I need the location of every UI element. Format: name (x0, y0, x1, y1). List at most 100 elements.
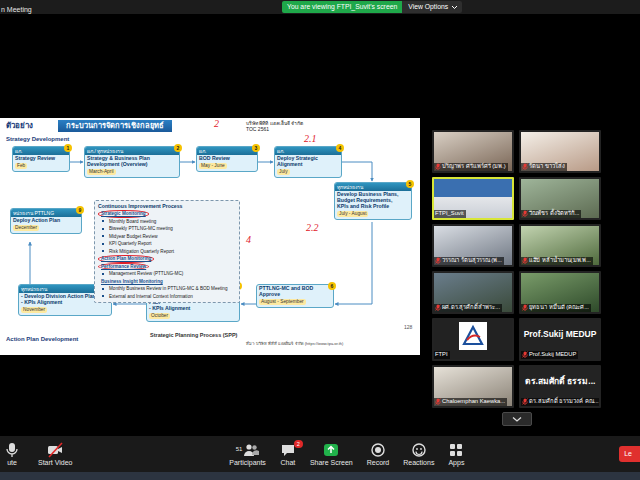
step-title: Develop Business Plans, Budget Requireme… (335, 191, 411, 211)
step-title: BOD Review (197, 155, 237, 163)
muted-mic-icon (522, 163, 528, 171)
step-period: August - September (259, 299, 306, 305)
mic-icon (4, 442, 20, 458)
improvement-text: Midyear Budget Review (106, 233, 161, 241)
chat-button[interactable]: 2Chat (278, 442, 298, 467)
step-period: March-April (87, 169, 116, 175)
participant-display-name: Prof.Sukij MEDUP (524, 330, 597, 339)
participant-label: ยุทธนา หมื่นดี (คณะศ... (521, 304, 591, 312)
toolbar-center: 51Participants2ChatShare ScreenRecordRea… (227, 442, 466, 467)
leave-button[interactable]: Le (619, 446, 640, 462)
step-title: - Develop Division Action Plan - KPIs Al… (19, 293, 103, 307)
toolbar-label[interactable]: Share Screen (310, 459, 353, 467)
improvement-text: Action Plan Monitoring (98, 255, 154, 263)
participant-tile: FTPI (432, 318, 514, 361)
page-number: 128 (404, 324, 412, 330)
participant-count: 51 (236, 446, 243, 453)
reactions-icon (411, 442, 427, 458)
view-options-button[interactable]: View Options (402, 1, 462, 13)
step-number: 3 (252, 144, 260, 152)
step-owner: ผภ. (199, 148, 206, 154)
caret-down-icon (451, 4, 458, 10)
step-owner: หน่วยงาน PTTLNG (13, 210, 54, 216)
toolbar-label[interactable]: Apps (448, 459, 464, 467)
improvement-line: External and Internal Context Informatio… (98, 293, 236, 301)
improvement-line: Monthly Business Review in PTTLNG-MC & B… (98, 285, 236, 293)
improvement-line: Action Plan Monitoring (98, 255, 236, 263)
participant-label: Prof.Sukij MEDUP (521, 351, 578, 359)
participant-name: FTPI (435, 351, 448, 359)
step-header: หน่วยงาน PTTLNG (11, 209, 81, 217)
step-title: Deploy Action Plan (11, 217, 67, 225)
participant-label: FTPI (434, 351, 450, 359)
record-button[interactable]: Record (365, 442, 392, 467)
unread-badge: 2 (294, 440, 303, 448)
muted-mic-icon (435, 257, 441, 265)
slide-label: ตัวอย่าง (6, 121, 33, 131)
process-name: Strategic Planning Process (SPP) (150, 332, 237, 339)
muted-mic-icon (522, 304, 528, 312)
participant-label: ดร.สมศักดิ์ ธรรมวงค์ คณ... (521, 398, 599, 406)
improvement-line: Midyear Budget Review (98, 233, 236, 241)
toolbar-label[interactable]: ute (7, 459, 17, 467)
improvement-text: External and Internal Context Informatio… (106, 293, 196, 301)
toolbar-label[interactable]: Chat (280, 459, 295, 467)
toolbar-icon-row (370, 442, 386, 458)
section-label: Action Plan Development (6, 336, 78, 343)
step-title: Strategy Review (13, 155, 62, 163)
improvement-line: Risk Mitigation Quarterly Report (98, 248, 236, 256)
apps-icon (448, 442, 464, 458)
toolbar-label[interactable]: Start Video (38, 459, 73, 467)
muted-mic-icon (522, 257, 528, 265)
participant-tile: Prof.Sukij MEDUP Prof.Sukij MEDUP (519, 318, 601, 361)
participants-button[interactable]: 51 Participants (227, 442, 268, 467)
step-number: 5 (406, 180, 414, 188)
participant-display-name: ดร.สมศักดิ์ ธรรม... (525, 377, 596, 386)
step-header: ทุกหน่วยงาน (335, 183, 411, 191)
participant-label: วีณพัชร ตั้งจิตหรีกิ... (521, 210, 581, 218)
handwritten-note: 2.1 (304, 133, 317, 144)
slide-title: กระบวนการจัดการเชิงกลยุทธ์ (58, 120, 172, 132)
toolbar-icon-row: 51 (236, 442, 260, 458)
muted-mic-icon (435, 163, 441, 171)
toolbar-label[interactable]: Participants (229, 459, 266, 467)
toolbar-label[interactable]: Record (367, 459, 390, 467)
chevron-down-icon (512, 416, 522, 423)
gallery-next-button[interactable] (502, 412, 532, 426)
section-label: Strategy Development (6, 136, 69, 143)
muted-mic-icon (522, 398, 528, 406)
participant-label: Chaloemphan Kaewka... (434, 398, 507, 406)
slide: ตัวอย่างกระบวนการจัดการเชิงกลยุทธ์บริษัท… (0, 118, 420, 355)
step-period: December (13, 225, 39, 231)
reactions-button[interactable]: Reactions (401, 442, 436, 467)
participant-tile: ดร.สมศักดิ์ ธรรม... ดร.สมศักดิ์ ธรรมวงค์ … (519, 365, 601, 408)
step-header: ผภ./ ทุกหน่วยงาน (85, 147, 179, 155)
participant-label: ปริญาพร ศรีแพร์ศรี (มพ.) (434, 163, 508, 171)
process-step: 6PTTLNG-MC and BOD ApproveAugust - Septe… (256, 284, 334, 308)
step-period: July (277, 169, 290, 175)
viewing-banner: You are viewing FTPI_Suvit's screenView … (282, 1, 462, 13)
muted-mic-icon (522, 210, 528, 218)
participant-label: วรรณา รัตนสุวรรณ (พ... (434, 257, 504, 265)
process-step: ผภ.3BOD ReviewMay - June (196, 146, 258, 172)
process-step: ผภ.1Strategy ReviewFeb (12, 146, 70, 172)
video-button[interactable]: Start Video (36, 442, 75, 467)
participant-tile: รัตนา ขาวใส่ง (519, 130, 601, 173)
toolbar-icon-row (411, 442, 427, 458)
improvement-line: Performance Review (98, 263, 236, 271)
improvement-line: Management Review (PTTLNG-MC) (98, 270, 236, 278)
apps-button[interactable]: Apps (446, 442, 466, 467)
share-button[interactable]: Share Screen (308, 442, 355, 467)
step-owner: ผภ. (15, 148, 22, 154)
process-step: ผภ.4Deploy Strategic AlignmentJuly (274, 146, 342, 178)
view-options-label[interactable]: View Options (408, 1, 448, 13)
participant-label: รัตนา ขาวใส่ง (521, 163, 567, 171)
toolbar-icon-row (448, 442, 464, 458)
mic-button[interactable]: ute (2, 442, 22, 467)
improvement-text: Management Review (PTTLNG-MC) (106, 270, 186, 278)
participant-label: แอ๊ปี หล้าน้ำมาน(มพ.พ... (521, 257, 593, 265)
toolbar-label[interactable]: Reactions (403, 459, 434, 467)
muted-mic-icon (522, 351, 528, 359)
step-header: ผภ. (275, 147, 341, 155)
gallery: ปริญาพร ศรีแพร์ศรี (มพ.) รัตนา ขาวใส่ง FTP… (426, 14, 640, 436)
